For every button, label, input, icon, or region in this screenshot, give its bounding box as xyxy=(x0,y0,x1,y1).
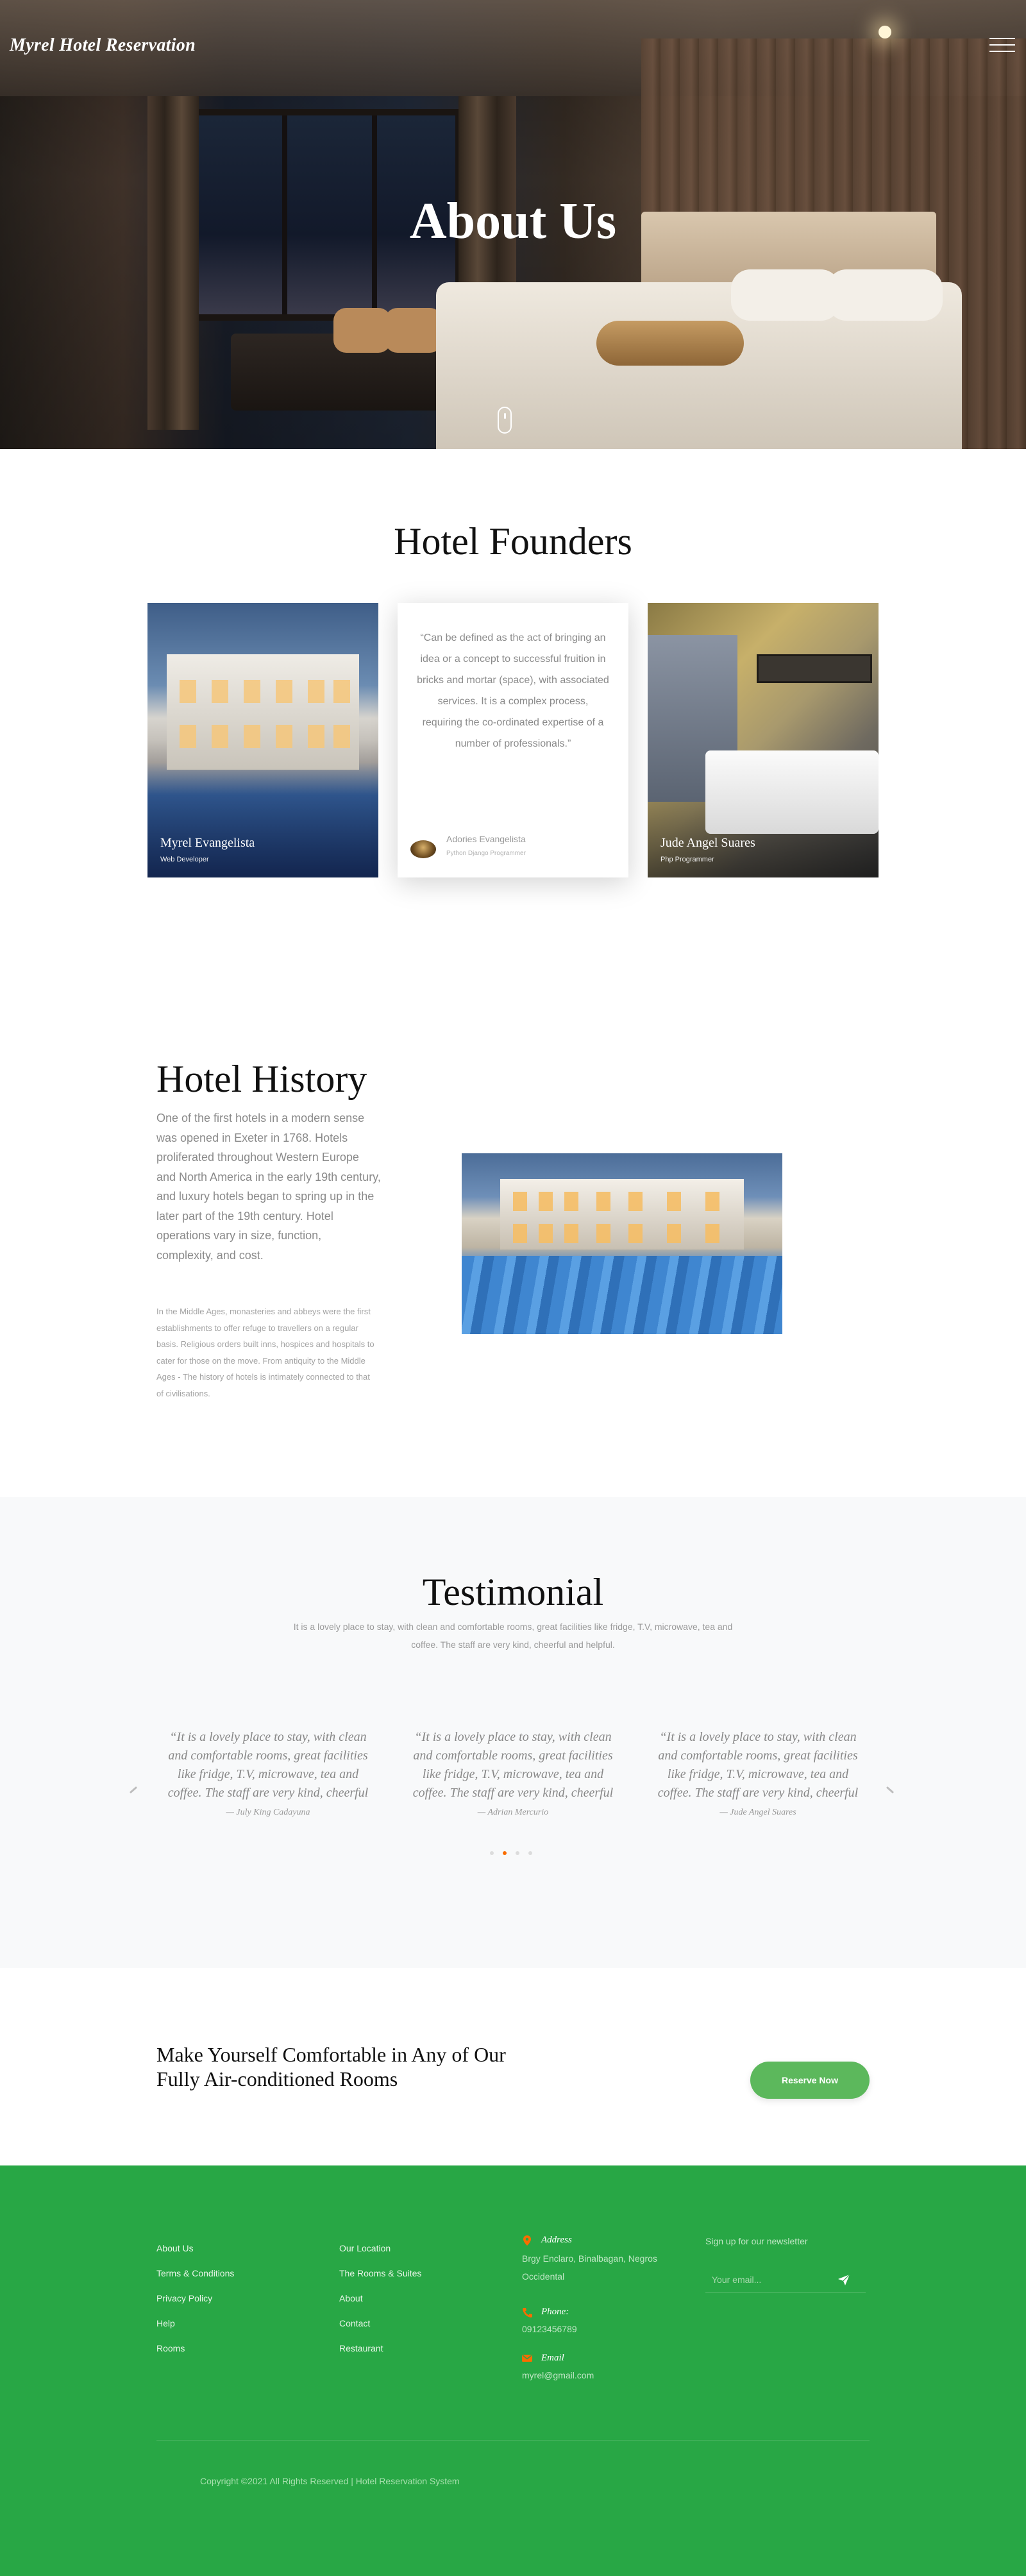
hero-pillow xyxy=(827,269,943,321)
testimonial-quote: “It is a lovely place to stay, with clea… xyxy=(412,1730,614,1800)
footer-phone: Phone: 09123456789 xyxy=(522,2307,577,2338)
founder-quote-card: “Can be defined as the act of bringing a… xyxy=(398,603,628,877)
room-art-image xyxy=(757,654,872,683)
footer-link-rooms[interactable]: Rooms xyxy=(156,2336,234,2361)
testimonial-quote: “It is a lovely place to stay, with clea… xyxy=(167,1730,369,1800)
phone-label: Phone: xyxy=(541,2307,569,2317)
footer-link-terms[interactable]: Terms & Conditions xyxy=(156,2261,234,2286)
hamburger-menu-icon[interactable] xyxy=(989,37,1015,53)
brand-logo[interactable]: Myrel Hotel Reservation xyxy=(10,35,196,56)
footer-link-help[interactable]: Help xyxy=(156,2311,234,2336)
testimonial-author: — July King Cadayuna xyxy=(226,1808,310,1817)
history-sub-text: In the Middle Ages, monasteries and abbe… xyxy=(156,1307,374,1398)
testimonial-item: “It is a lovely place to stay, with clea… xyxy=(407,1728,619,1818)
phone-icon xyxy=(523,2308,532,2318)
footer-address: Address Brgy Enclaro, Binalbagan, Negros… xyxy=(522,2235,682,2285)
testimonial-item: “It is a lovely place to stay, with clea… xyxy=(162,1728,374,1818)
carousel-dot-active[interactable] xyxy=(503,1851,507,1855)
hero-cushion xyxy=(333,308,391,353)
map-pin-icon xyxy=(523,2235,531,2246)
footer-link-about[interactable]: About xyxy=(339,2286,421,2311)
footer-email: Email myrel@gmail.com xyxy=(522,2353,594,2384)
carousel-dot[interactable] xyxy=(490,1851,494,1855)
room-bed-image xyxy=(705,750,879,834)
founder-role: Python Django Programmer xyxy=(446,850,526,857)
email-value[interactable]: myrel@gmail.com xyxy=(522,2366,594,2384)
envelope-icon xyxy=(522,2355,532,2362)
hotel-building-image xyxy=(167,654,359,770)
founder-card: Myrel Evangelista Web Developer xyxy=(147,603,378,877)
email-label: Email xyxy=(541,2353,564,2363)
footer-link-contact[interactable]: Contact xyxy=(339,2311,421,2336)
history-hotel-image xyxy=(462,1153,782,1334)
footer-links-col-2: Our Location The Rooms & Suites About Co… xyxy=(339,2236,421,2361)
carousel-next-icon[interactable] xyxy=(884,1783,898,1797)
founder-card: Jude Angel Suares Php Programmer xyxy=(648,603,879,877)
newsletter-title: Sign up for our newsletter xyxy=(705,2236,808,2246)
address-value: Brgy Enclaro, Binalbagan, Negros Occiden… xyxy=(522,2253,657,2282)
address-label: Address xyxy=(541,2235,572,2245)
testimonial-subtitle: It is a lovely place to stay, with clean… xyxy=(293,1622,733,1650)
founders-title: Hotel Founders xyxy=(394,520,632,563)
carousel-dot[interactable] xyxy=(516,1851,519,1855)
footer-link-location[interactable]: Our Location xyxy=(339,2236,421,2261)
testimonial-item: “It is a lovely place to stay, with clea… xyxy=(652,1728,864,1818)
founder-name: Myrel Evangelista xyxy=(160,836,255,850)
send-icon[interactable] xyxy=(837,2273,850,2286)
footer-link-about-us[interactable]: About Us xyxy=(156,2236,234,2261)
footer-links-col-1: About Us Terms & Conditions Privacy Poli… xyxy=(156,2236,234,2361)
copyright-text: Copyright ©2021 All Rights Reserved | Ho… xyxy=(200,2476,460,2486)
hero-curtain-left xyxy=(147,96,199,430)
history-title: Hotel History xyxy=(156,1058,367,1100)
footer-link-rooms-suites[interactable]: The Rooms & Suites xyxy=(339,2261,421,2286)
cta-heading: Make Yourself Comfortable in Any of Our … xyxy=(156,2043,506,2090)
testimonial-quote: “It is a lovely place to stay, with clea… xyxy=(657,1730,859,1800)
footer xyxy=(0,2165,1026,2576)
founder-role: Php Programmer xyxy=(660,856,714,863)
founder-role: Web Developer xyxy=(160,856,209,863)
footer-divider xyxy=(156,2440,870,2441)
hero-lamp xyxy=(879,26,891,38)
reserve-now-button[interactable]: Reserve Now xyxy=(750,2062,870,2099)
founder-name: Adories Evangelista xyxy=(446,834,526,844)
phone-value[interactable]: 09123456789 xyxy=(522,2320,577,2338)
carousel-dots xyxy=(490,1851,541,1858)
founder-quote-text: “Can be defined as the act of bringing a… xyxy=(417,632,609,749)
testimonial-author: — Jude Angel Suares xyxy=(719,1808,796,1817)
footer-link-restaurant[interactable]: Restaurant xyxy=(339,2336,421,2361)
carousel-prev-icon[interactable] xyxy=(128,1783,142,1797)
avatar xyxy=(410,840,436,858)
founder-name: Jude Angel Suares xyxy=(660,836,755,850)
footer-link-privacy[interactable]: Privacy Policy xyxy=(156,2286,234,2311)
mouse-scroll-icon[interactable] xyxy=(498,407,512,434)
history-lead-text: One of the first hotels in a modern sens… xyxy=(156,1112,381,1262)
testimonial-title: Testimonial xyxy=(422,1571,604,1613)
hero-bolster xyxy=(596,321,744,366)
hero-cushion xyxy=(385,308,442,353)
page-title: About Us xyxy=(409,193,617,250)
testimonial-author: — Adrian Mercurio xyxy=(477,1808,549,1817)
carousel-dot[interactable] xyxy=(528,1851,532,1855)
hero-pillow xyxy=(731,269,840,321)
